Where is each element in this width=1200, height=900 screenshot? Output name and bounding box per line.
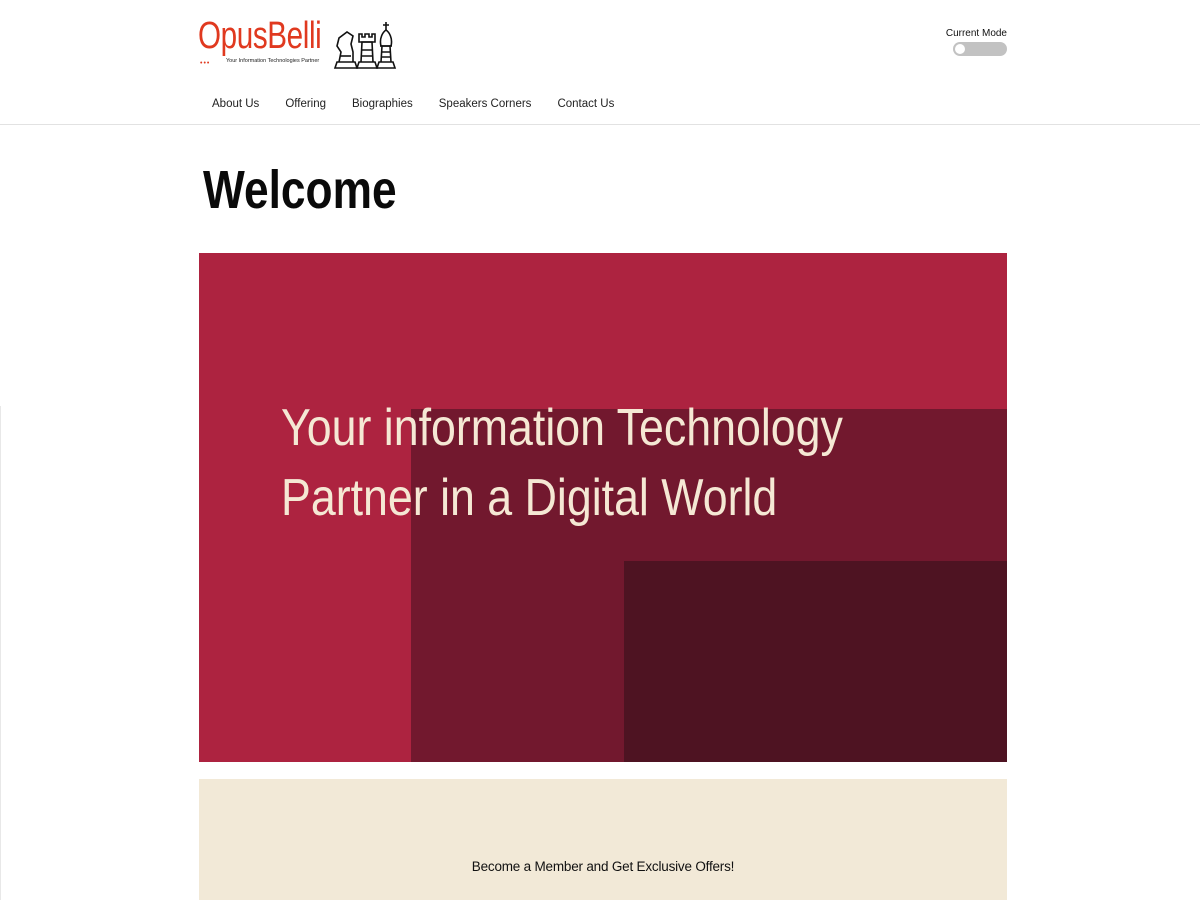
hero-block-dark [624,561,1007,762]
chess-pieces-icon [333,22,397,69]
logo-dots: ••• [200,60,211,67]
hero-line-2: Partner in a Digital World [281,469,778,527]
nav-item-biographies[interactable]: Biographies [339,98,426,110]
toggle-knob [955,44,965,54]
nav-items: About Us Offering Biographies Speakers C… [199,84,627,124]
nav-item-contact-us[interactable]: Contact Us [544,98,627,110]
member-banner-text: Become a Member and Get Exclusive Offers… [471,859,735,874]
page-edge-line [0,406,1,900]
hero-banner: Your information Technology Partner in a… [199,253,1007,762]
nav-item-speakers-corners[interactable]: Speakers Corners [426,98,545,110]
logo-wordmark: OpusBelli [198,15,322,57]
hero-headline: Your information Technology Partner in a… [281,393,1007,533]
member-banner: Become a Member and Get Exclusive Offers… [199,779,1007,900]
mode-toggle[interactable] [953,42,1007,56]
mode-label: Current Mode [945,28,1007,39]
main-nav: About Us Offering Biographies Speakers C… [0,84,1200,125]
nav-item-about-us[interactable]: About Us [199,98,272,110]
hero-line-1: Your information Technology [281,399,843,457]
logo[interactable]: OpusBelli ••• Your Information Technolog… [198,12,398,72]
page-title: Welcome [203,160,397,220]
nav-item-offering[interactable]: Offering [272,98,339,110]
site-header: OpusBelli ••• Your Information Technolog… [0,0,1200,85]
logo-tagline: Your Information Technologies Partner [226,58,320,64]
mode-switch: Current Mode [927,28,1007,56]
